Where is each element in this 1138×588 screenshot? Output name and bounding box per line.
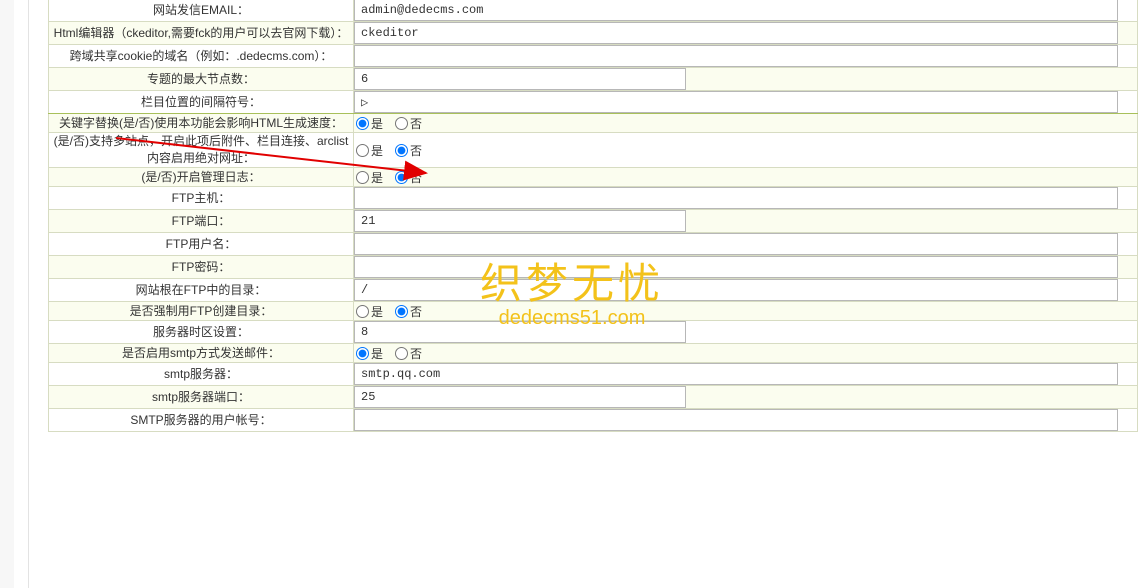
- radio-no-text: 否: [410, 169, 422, 186]
- input-timezone[interactable]: [354, 321, 686, 343]
- radio-no-text: 否: [410, 142, 422, 159]
- input-ftp-root[interactable]: [354, 279, 1118, 301]
- radio-no-text: 否: [410, 345, 422, 362]
- radio-keyword-replace-yes[interactable]: [356, 117, 369, 130]
- label-admin-log: (是/否)开启管理日志：: [49, 168, 354, 187]
- radio-admin-log-no-label[interactable]: 否: [395, 169, 422, 186]
- radio-multi-site-yes[interactable]: [356, 144, 369, 157]
- radio-keyword-replace: 是 否: [354, 115, 1137, 132]
- radio-yes-text: 是: [371, 142, 383, 159]
- frame-gutter-outer: [0, 0, 15, 588]
- radio-multi-site-no[interactable]: [395, 144, 408, 157]
- radio-keyword-replace-no-label[interactable]: 否: [395, 115, 422, 132]
- input-smtp-server[interactable]: [354, 363, 1118, 385]
- label-ftp-port: FTP端口：: [49, 210, 354, 233]
- input-ftp-user[interactable]: [354, 233, 1118, 255]
- radio-multi-site: 是 否: [354, 142, 1137, 159]
- label-ftp-force: 是否强制用FTP创建目录：: [49, 302, 354, 321]
- radio-admin-log: 是 否: [354, 169, 1137, 186]
- radio-admin-log-yes-label[interactable]: 是: [356, 169, 383, 186]
- input-ftp-host[interactable]: [354, 187, 1118, 209]
- radio-admin-log-no[interactable]: [395, 171, 408, 184]
- input-smtp-port[interactable]: [354, 386, 686, 408]
- label-multi-site: (是/否)支持多站点，开启此项后附件、栏目连接、arclist内容启用绝对网址：: [49, 133, 354, 168]
- radio-no-text: 否: [410, 303, 422, 320]
- radio-multi-site-no-label[interactable]: 否: [395, 142, 422, 159]
- radio-keyword-replace-yes-label[interactable]: 是: [356, 115, 383, 132]
- label-smtp-auth: SMTP服务器的用户帐号：: [49, 409, 354, 432]
- radio-smtp-enable-no-label[interactable]: 否: [395, 345, 422, 362]
- label-cookie-domain: 跨域共享cookie的域名（例如：.dedecms.com）：: [49, 45, 354, 68]
- input-special-max[interactable]: [354, 68, 686, 90]
- radio-keyword-replace-no[interactable]: [395, 117, 408, 130]
- radio-smtp-enable: 是 否: [354, 345, 1137, 362]
- settings-table: 数据备份目录（在data目录内）： 网站发信EMAIL： Html编辑器（cke…: [48, 0, 1138, 432]
- radio-smtp-enable-yes[interactable]: [356, 347, 369, 360]
- input-ftp-port[interactable]: [354, 210, 686, 232]
- radio-smtp-enable-yes-label[interactable]: 是: [356, 345, 383, 362]
- input-email[interactable]: [354, 0, 1118, 21]
- radio-ftp-force-yes[interactable]: [356, 305, 369, 318]
- label-email: 网站发信EMAIL：: [49, 0, 354, 22]
- radio-yes-text: 是: [371, 303, 383, 320]
- radio-yes-text: 是: [371, 345, 383, 362]
- label-special-max: 专题的最大节点数：: [49, 68, 354, 91]
- label-timezone: 服务器时区设置：: [49, 321, 354, 344]
- radio-smtp-enable-no[interactable]: [395, 347, 408, 360]
- radio-ftp-force-no[interactable]: [395, 305, 408, 318]
- radio-multi-site-yes-label[interactable]: 是: [356, 142, 383, 159]
- radio-ftp-force-no-label[interactable]: 否: [395, 303, 422, 320]
- input-html-editor[interactable]: [354, 22, 1118, 44]
- input-smtp-auth[interactable]: [354, 409, 1118, 431]
- label-ftp-user: FTP用户名：: [49, 233, 354, 256]
- radio-admin-log-yes[interactable]: [356, 171, 369, 184]
- radio-ftp-force: 是 否: [354, 303, 1137, 320]
- input-ftp-pass[interactable]: [354, 256, 1118, 278]
- label-ftp-root: 网站根在FTP中的目录：: [49, 279, 354, 302]
- label-ftp-host: FTP主机：: [49, 187, 354, 210]
- input-separator[interactable]: [354, 91, 1118, 113]
- label-smtp-port: smtp服务器端口：: [49, 386, 354, 409]
- input-cookie-domain[interactable]: [354, 45, 1118, 67]
- label-smtp-server: smtp服务器：: [49, 363, 354, 386]
- radio-no-text: 否: [410, 115, 422, 132]
- radio-ftp-force-yes-label[interactable]: 是: [356, 303, 383, 320]
- radio-yes-text: 是: [371, 169, 383, 186]
- label-html-editor: Html编辑器（ckeditor,需要fck的用户可以去官网下载）：: [49, 22, 354, 45]
- label-smtp-enable: 是否启用smtp方式发送邮件：: [49, 344, 354, 363]
- label-separator: 栏目位置的间隔符号：: [49, 91, 354, 114]
- radio-yes-text: 是: [371, 115, 383, 132]
- label-keyword-replace: 关键字替换(是/否)使用本功能会影响HTML生成速度：: [49, 114, 354, 133]
- frame-gutter-inner: [14, 0, 29, 588]
- label-ftp-pass: FTP密码：: [49, 256, 354, 279]
